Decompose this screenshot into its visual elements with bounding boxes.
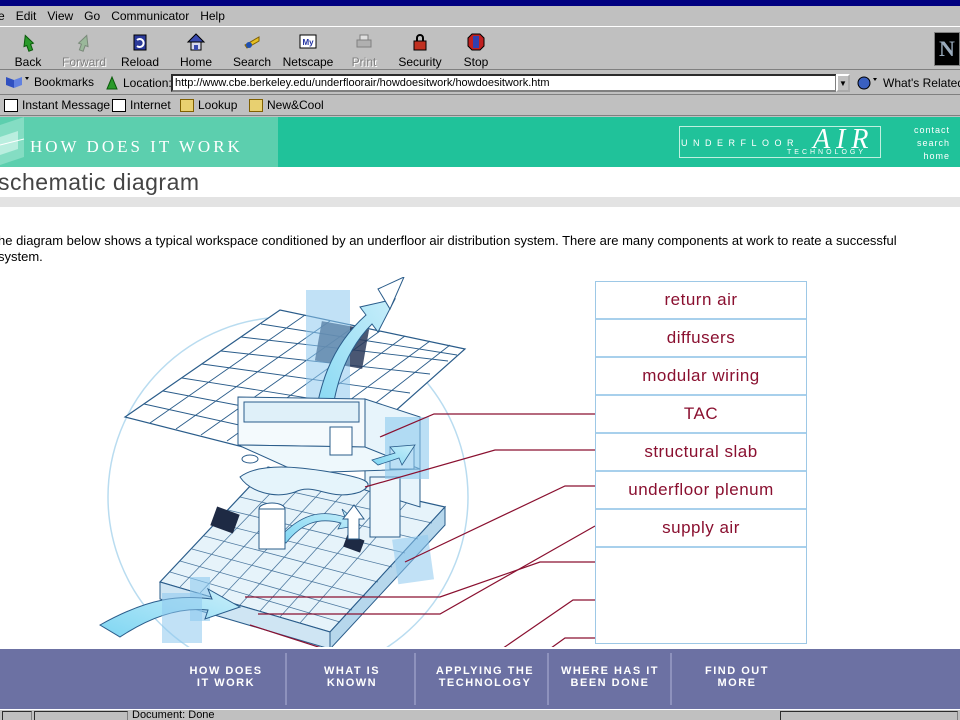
url-dropdown-button[interactable]: ▼ [836, 74, 850, 92]
chevron-down-icon: ▼ [839, 78, 847, 88]
banner-title-panel: HOW DOES IT WORK [0, 117, 278, 167]
menu-file[interactable]: e [0, 9, 6, 23]
menu-help[interactable]: Help [199, 9, 226, 23]
netscape-icon: My [299, 34, 317, 49]
site-banner: HOW DOES IT WORK UNDERFLOOR AIR TECHNOLO… [0, 117, 960, 167]
lookup-button[interactable]: Lookup [180, 98, 237, 112]
back-button[interactable]: Back [0, 29, 56, 69]
folder-icon [249, 98, 263, 112]
instant-message-icon [4, 98, 18, 112]
url-input[interactable]: http://www.cbe.berkeley.edu/underfloorai… [171, 74, 837, 92]
underfloor-air-logo: UNDERFLOOR AIR TECHNOLOGY [679, 124, 881, 158]
bookmarks-button[interactable]: Bookmarks [4, 74, 94, 90]
instant-message-button[interactable]: Instant Message [4, 98, 110, 112]
nav-separator [285, 653, 287, 705]
forward-arrow-icon [77, 34, 89, 52]
browser-window: e Edit View Go Communicator Help Back Fo… [0, 0, 960, 720]
menu-bar: e Edit View Go Communicator Help [0, 6, 960, 26]
nav-separator [414, 653, 416, 705]
component-supply-air[interactable]: supply air [596, 510, 806, 548]
heading-divider [0, 197, 960, 207]
home-button[interactable]: Home [168, 29, 224, 69]
nav-separator [547, 653, 549, 705]
forward-button[interactable]: Forward [56, 29, 112, 69]
newcool-button[interactable]: New&Cool [249, 98, 324, 112]
nav-how-does-it-work[interactable]: HOW DOES IT WORK [182, 665, 270, 689]
component-modular-wiring[interactable]: modular wiring [596, 358, 806, 396]
personal-toolbar: Instant Message Internet Lookup New&Cool [0, 96, 960, 116]
stop-icon [467, 33, 485, 51]
nav-where-has-it-been-done[interactable]: WHERE HAS IT BEEN DONE [555, 665, 665, 689]
top-links: contact search home [914, 124, 950, 163]
padlock-icon [413, 34, 427, 51]
status-progress-cell [34, 711, 128, 720]
location-toolbar: Bookmarks Location: http://www.cbe.berke… [0, 71, 960, 95]
menu-communicator[interactable]: Communicator [110, 9, 190, 23]
component-diffusers[interactable]: diffusers [596, 320, 806, 358]
menu-edit[interactable]: Edit [15, 9, 38, 23]
web-page: HOW DOES IT WORK UNDERFLOOR AIR TECHNOLO… [0, 117, 960, 709]
home-link[interactable]: home [914, 150, 950, 163]
component-structural-slab[interactable]: structural slab [596, 434, 806, 472]
site-navigation: HOW DOES IT WORK WHAT IS KNOWN APPLYING … [0, 649, 960, 709]
security-button[interactable]: Security [392, 29, 448, 69]
status-text: Document: Done [132, 709, 215, 720]
location-label: Location: [104, 75, 172, 91]
search-link[interactable]: search [914, 137, 950, 150]
bookmark-icon [6, 77, 29, 88]
intro-paragraph: he diagram below shows a typical workspa… [0, 233, 897, 264]
page-title: schematic diagram [0, 169, 200, 195]
whats-related-button[interactable]: What's Related [856, 75, 960, 91]
related-icon [857, 76, 877, 90]
printer-icon [356, 34, 372, 48]
folder-icon [180, 98, 194, 112]
nav-separator [670, 653, 672, 705]
internet-button[interactable]: Internet [112, 98, 171, 112]
component-underfloor-plenum[interactable]: underfloor plenum [596, 472, 806, 510]
workspace-schematic-diagram [99, 277, 596, 647]
banner-title: HOW DOES IT WORK [30, 137, 243, 156]
document-icon [112, 98, 126, 112]
reload-button[interactable]: Reload [112, 29, 168, 69]
nav-applying-the-technology[interactable]: APPLYING THE TECHNOLOGY [428, 665, 542, 689]
reload-icon [133, 34, 147, 51]
home-icon [186, 33, 206, 51]
svg-text:My: My [302, 38, 314, 47]
status-bar: Document: Done [0, 709, 960, 720]
navigation-toolbar: Back Forward Reload Home Search My Netsc… [0, 26, 960, 70]
print-button[interactable]: Print [336, 29, 392, 69]
component-list: return air diffusers modular wiring TAC … [595, 281, 807, 644]
status-component-tray[interactable] [780, 711, 958, 720]
component-return-air[interactable]: return air [596, 282, 806, 320]
back-arrow-icon [23, 34, 35, 52]
contact-link[interactable]: contact [914, 124, 950, 137]
search-button[interactable]: Search [224, 29, 280, 69]
netscape-logo-icon[interactable]: N [934, 32, 960, 66]
component-tac[interactable]: TAC [596, 396, 806, 434]
page-proxy-icon [106, 75, 118, 90]
nav-find-out-more[interactable]: FIND OUT MORE [692, 665, 782, 689]
stop-button[interactable]: Stop [448, 29, 504, 69]
netscape-button[interactable]: My Netscape [280, 29, 336, 69]
status-security-cell [2, 711, 32, 720]
menu-go[interactable]: Go [83, 9, 101, 23]
search-icon [244, 36, 260, 49]
nav-what-is-known[interactable]: WHAT IS KNOWN [308, 665, 396, 689]
menu-view[interactable]: View [46, 9, 74, 23]
